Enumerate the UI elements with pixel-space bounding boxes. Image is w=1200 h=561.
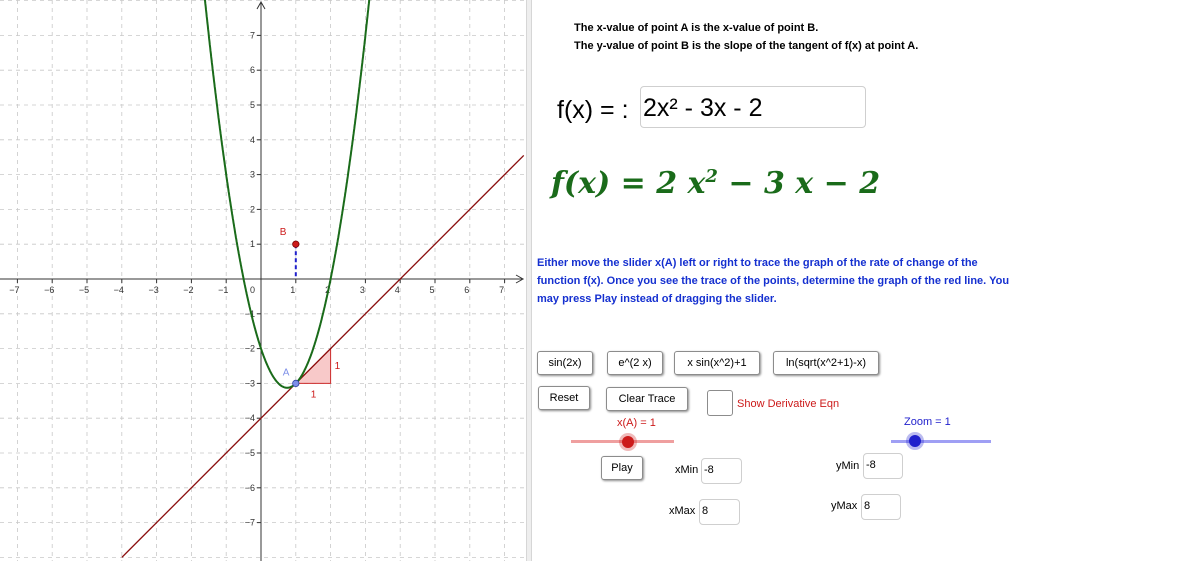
zoom-slider-knob[interactable] bbox=[909, 435, 921, 447]
x-tick-label: −1 bbox=[218, 285, 228, 295]
function-input[interactable]: 2x² - 3x - 2 bbox=[640, 86, 866, 128]
description-line-1: The x-value of point A is the x-value of… bbox=[574, 22, 819, 34]
y-tick-label: 2 bbox=[250, 204, 255, 214]
y-tick-label: 1 bbox=[250, 239, 255, 249]
function-input-label: f(x) = : bbox=[557, 96, 629, 124]
y-tick-label: −4 bbox=[245, 413, 255, 423]
ymin-label: yMin bbox=[836, 460, 860, 472]
reset-button[interactable]: Reset bbox=[538, 386, 590, 410]
xmax-input[interactable]: 8 bbox=[699, 499, 740, 525]
origin-label: 0 bbox=[250, 285, 255, 295]
zoom-slider-label: Zoom = 1 bbox=[904, 416, 951, 428]
x-tick-label: 3 bbox=[360, 285, 365, 295]
function-display-exponent: 2 bbox=[705, 166, 718, 187]
x-tick-label: 5 bbox=[429, 285, 434, 295]
ymax-input[interactable]: 8 bbox=[861, 494, 901, 520]
triangle-rise-label: 1 bbox=[335, 361, 341, 372]
function-display-rhs: − 3 x − 2 bbox=[717, 166, 881, 201]
view-divider[interactable] bbox=[526, 0, 532, 561]
y-tick-label: −3 bbox=[245, 378, 255, 388]
y-tick-label: −5 bbox=[245, 448, 255, 458]
xmin-label: xMin bbox=[675, 464, 699, 476]
show-derivative-label: Show Derivative Eqn bbox=[737, 398, 840, 410]
y-tick-label: 3 bbox=[250, 170, 255, 180]
xmax-label: xMax bbox=[669, 505, 696, 517]
x-slider-label: x(A) = 1 bbox=[617, 417, 656, 429]
y-tick-label: −2 bbox=[245, 344, 255, 354]
grid-lines bbox=[0, 0, 526, 561]
x-tick-label: −7 bbox=[9, 285, 19, 295]
x-tick-label: −4 bbox=[114, 285, 124, 295]
zoom-slider-track[interactable] bbox=[891, 440, 991, 443]
y-tick-label: 5 bbox=[250, 100, 255, 110]
x-tick-label: 6 bbox=[464, 285, 469, 295]
instructions-text: Either move the slider x(A) left or righ… bbox=[537, 257, 1010, 305]
graph-canvas[interactable]: −7 −6 −5 −4 −3 −2 −1 1 2 3 4 5 6 701−12−23−34−45−56−6… bbox=[0, 0, 526, 561]
y-tick-label: 6 bbox=[250, 65, 255, 75]
function-display-lhs: f(x) = 2 x bbox=[551, 166, 706, 201]
point-b[interactable] bbox=[292, 240, 300, 248]
y-tick-label: −6 bbox=[245, 483, 255, 493]
x-sin-x2-button[interactable]: x sin(x^2)+1 bbox=[674, 351, 760, 375]
x-tick-label: −3 bbox=[148, 285, 158, 295]
ymin-input[interactable]: -8 bbox=[863, 453, 903, 479]
y-tick-label: 7 bbox=[250, 30, 255, 40]
y-tick-label: 4 bbox=[250, 135, 255, 145]
function-curve[interactable] bbox=[201, 0, 373, 389]
ymax-label: yMax bbox=[831, 500, 858, 512]
function-display: f(x) = 2 x2 − 3 x − 2 bbox=[551, 166, 880, 201]
xmin-input[interactable]: -8 bbox=[701, 458, 742, 484]
x-tick-label: 4 bbox=[395, 285, 400, 295]
point-a-label: A bbox=[283, 367, 290, 378]
play-button[interactable]: Play bbox=[601, 456, 643, 480]
clear-trace-button[interactable]: Clear Trace bbox=[606, 387, 688, 411]
tangent-line bbox=[121, 155, 525, 558]
point-b-label: B bbox=[280, 227, 287, 238]
exp-2x-button[interactable]: e^(2 x) bbox=[607, 351, 663, 375]
show-derivative-checkbox[interactable] bbox=[707, 390, 733, 416]
sin-2x-button[interactable]: sin(2x) bbox=[537, 351, 593, 375]
x-tick-label: −5 bbox=[79, 285, 89, 295]
point-a[interactable] bbox=[292, 379, 300, 387]
ln-sqrt-button[interactable]: ln(sqrt(x^2+1)-x) bbox=[773, 351, 879, 375]
triangle-run-label: 1 bbox=[311, 389, 317, 400]
x-tick-label: 1 bbox=[290, 285, 295, 295]
x-slider-knob[interactable] bbox=[622, 436, 634, 448]
x-tick-label: 7 bbox=[499, 285, 504, 295]
x-tick-label: −2 bbox=[183, 285, 193, 295]
description-line-2: The y-value of point B is the slope of t… bbox=[574, 40, 919, 52]
x-tick-label: −6 bbox=[44, 285, 54, 295]
graph-view[interactable]: −7 −6 −5 −4 −3 −2 −1 1 2 3 4 5 6 7 0 1 −1 2 −2 3 −3 4 −4 5 −5 6 −6… bbox=[0, 0, 526, 561]
y-tick-label: −7 bbox=[245, 518, 255, 528]
axes bbox=[0, 0, 525, 561]
